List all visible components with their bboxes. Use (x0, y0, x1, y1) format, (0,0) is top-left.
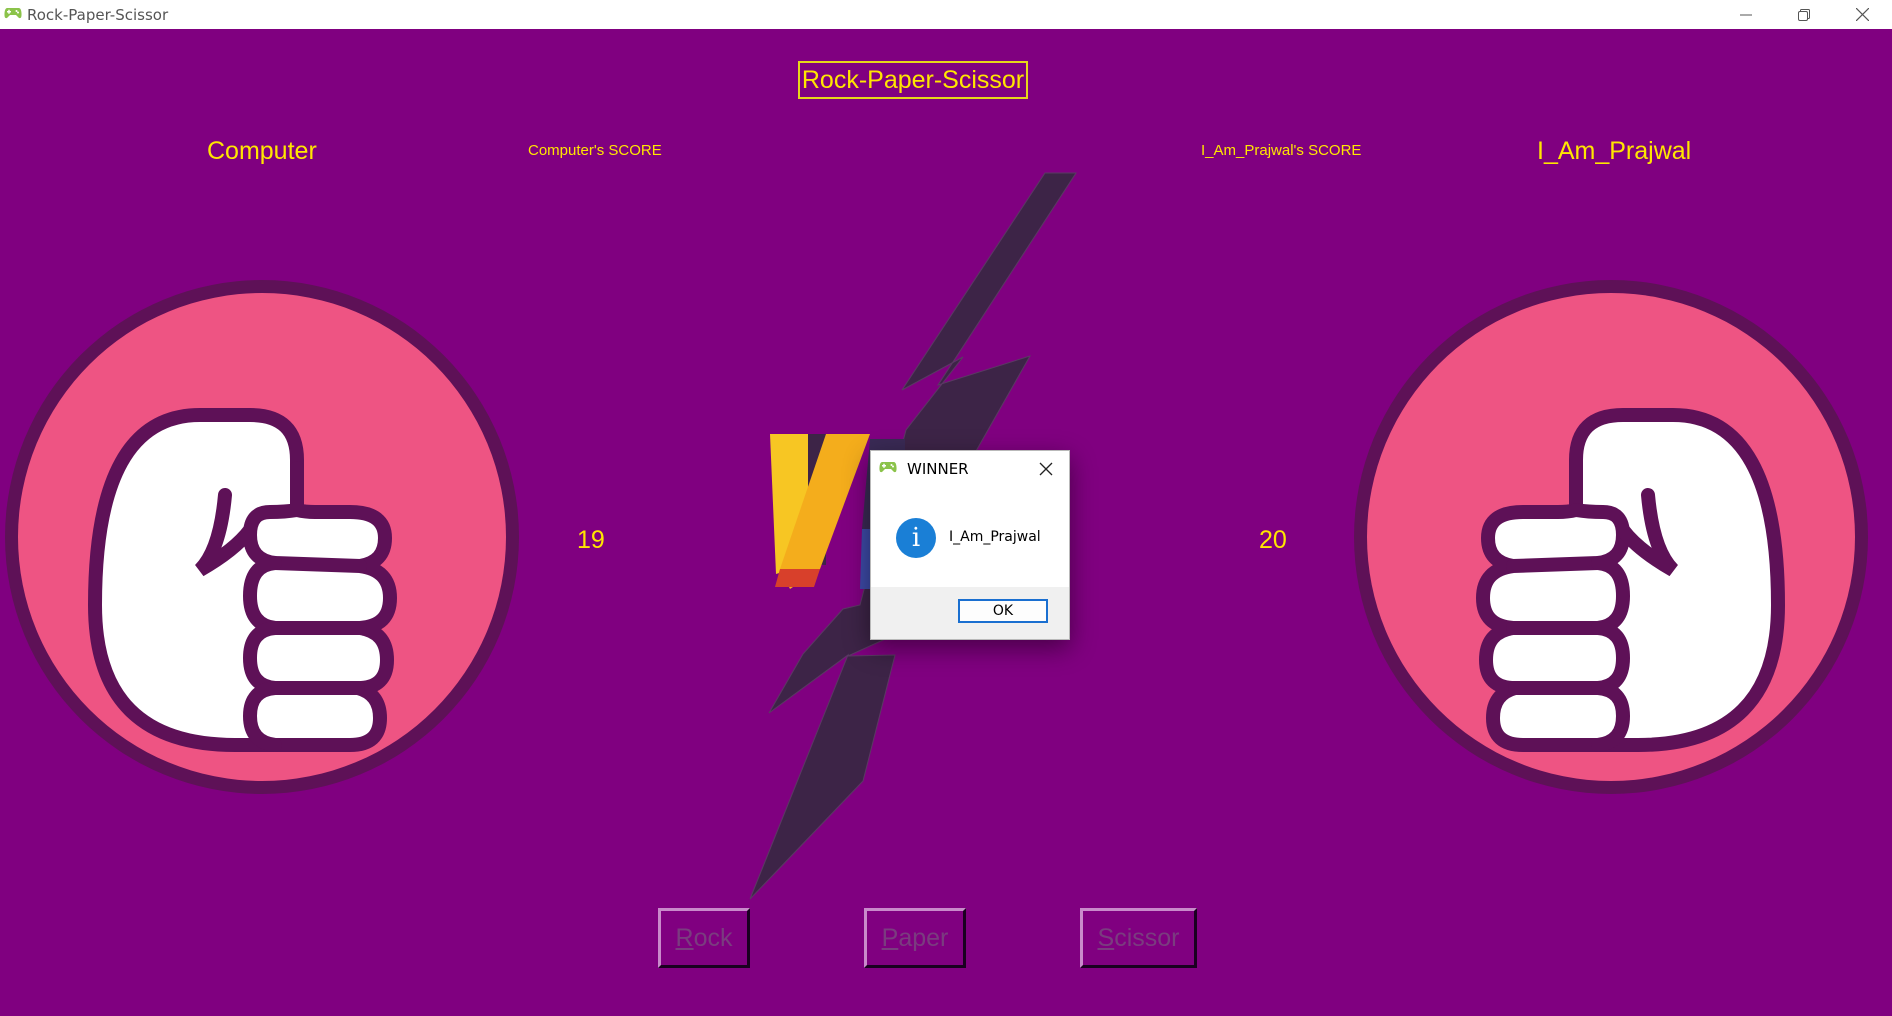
player-name: I_Am_Prajwal (1537, 137, 1692, 165)
close-icon (1039, 462, 1053, 476)
computer-name: Computer (207, 137, 317, 165)
scissor-button-label: cissor (1114, 923, 1180, 952)
ok-button[interactable]: OK (958, 599, 1048, 623)
restore-icon (1798, 8, 1810, 21)
dialog-close-button[interactable] (1035, 458, 1057, 480)
gamepad-icon (879, 462, 897, 473)
rock-button[interactable]: Rock (658, 908, 750, 968)
close-icon (1855, 8, 1869, 21)
player-score: 20 (1259, 526, 1287, 554)
rock-button-mnemonic: R (675, 923, 694, 952)
computer-score: 19 (577, 526, 605, 554)
winner-dialog: WINNER i I_Am_Prajwal OK (870, 450, 1070, 640)
minimize-icon (1740, 14, 1752, 15)
paper-button-label: aper (898, 923, 949, 952)
scissor-button[interactable]: Scissor (1080, 908, 1197, 968)
computer-choice (5, 280, 519, 794)
window-close-button[interactable] (1833, 0, 1891, 29)
dialog-footer: OK (871, 587, 1069, 639)
computer-score-label: Computer's SCORE (528, 142, 662, 159)
dialog-message: I_Am_Prajwal (949, 529, 1041, 545)
player-choice (1354, 280, 1868, 794)
restore-button[interactable] (1775, 0, 1833, 29)
dialog-title: WINNER (907, 460, 969, 478)
info-icon: i (896, 518, 936, 558)
gamepad-icon (4, 8, 22, 19)
window-title: Rock-Paper-Scissor (27, 6, 169, 24)
rock-button-label: ock (693, 923, 733, 952)
scissor-button-mnemonic: S (1097, 923, 1115, 952)
minimize-button[interactable] (1717, 0, 1775, 29)
paper-button-mnemonic: P (881, 923, 899, 952)
paper-button[interactable]: Paper (864, 908, 966, 968)
player-score-label: I_Am_Prajwal's SCORE (1201, 142, 1362, 159)
window-titlebar: Rock-Paper-Scissor (0, 0, 1892, 29)
game-title: Rock-Paper-Scissor (798, 61, 1028, 99)
